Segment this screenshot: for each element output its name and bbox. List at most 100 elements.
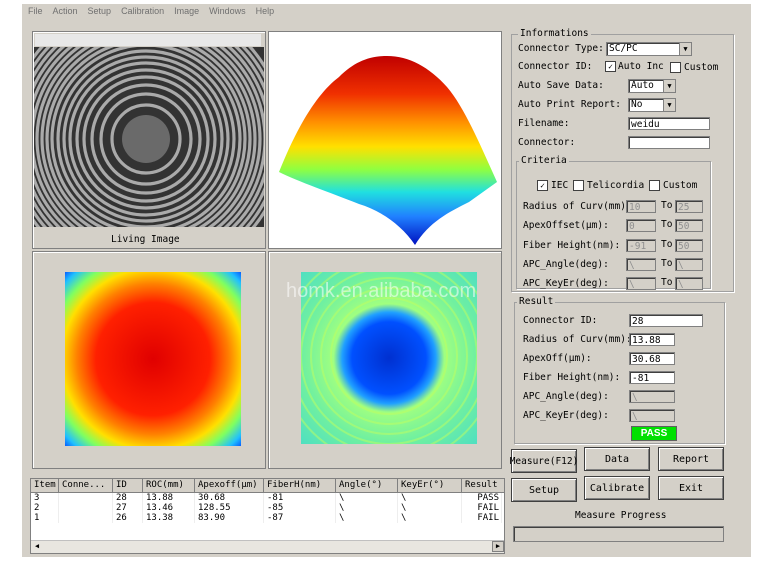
cell-angle: \ (336, 503, 398, 513)
criteria-apc-keyer-from[interactable]: \ (626, 277, 656, 290)
cell-result: FAIL (462, 513, 502, 523)
results-table: Item Conne... ID ROC(mm) Apexoff(μm) Fib… (30, 478, 505, 554)
menu-action[interactable]: Action (53, 6, 78, 16)
cell-item: 1 (31, 513, 59, 523)
auto-print-value: No (631, 99, 643, 110)
header-apexoff[interactable]: Apexoff(μm) (195, 479, 264, 492)
table-row[interactable]: 2 27 13.46 128.55 -85 \ \ FAIL (31, 503, 504, 513)
living-image-panel: Living Image (32, 31, 266, 249)
menu-setup[interactable]: Setup (88, 6, 112, 16)
telicordia-checkbox[interactable] (573, 180, 584, 191)
criteria-fiber-height-to[interactable]: 50 (675, 239, 703, 252)
criteria-roc-to[interactable]: 25 (675, 200, 703, 213)
to-label: To (661, 200, 673, 211)
result-apc-angle-label: APC_Angle(deg): (523, 391, 609, 402)
iec-checkbox[interactable]: ✓ (537, 180, 548, 191)
cell-apexoff: 30.68 (195, 493, 264, 503)
calibrate-button[interactable]: Calibrate (584, 476, 650, 500)
result-apc-keyer-label: APC_KeyEr(deg): (523, 410, 609, 421)
to-label: To (661, 219, 673, 230)
header-keyer[interactable]: KeyEr(°) (398, 479, 462, 492)
menu-bar: File Action Setup Calibration Image Wind… (22, 4, 757, 18)
header-fiberh[interactable]: FiberH(nm) (264, 479, 336, 492)
cell-roc: 13.46 (143, 503, 195, 513)
menu-windows[interactable]: Windows (209, 6, 246, 16)
setup-button[interactable]: Setup (511, 478, 577, 502)
auto-inc-label: Auto Inc (618, 61, 664, 72)
status-badge: PASS (631, 426, 677, 441)
criteria-roc-from[interactable]: 10 (626, 200, 656, 213)
3d-surface-panel (268, 31, 502, 249)
measure-button[interactable]: Measure(F12) (510, 449, 578, 473)
header-connector[interactable]: Conne... (59, 479, 113, 492)
custom-id-label: Custom (684, 62, 719, 73)
result-fiber-height-value: -81 (629, 371, 675, 384)
height-map-image (65, 272, 241, 446)
table-row[interactable]: 1 26 13.38 83.90 -87 \ \ FAIL (31, 513, 504, 523)
auto-print-select[interactable]: No ▼ (628, 98, 676, 112)
chevron-down-icon[interactable]: ▼ (663, 80, 675, 92)
living-image-label: Living Image (111, 234, 180, 245)
result-roc-label: Radius of Curv(mm): (523, 334, 632, 345)
cell-result: FAIL (462, 503, 502, 513)
cell-roc: 13.88 (143, 493, 195, 503)
exit-button[interactable]: Exit (658, 476, 724, 500)
cell-angle: \ (336, 513, 398, 523)
auto-inc-checkbox[interactable]: ✓ (605, 61, 616, 72)
menu-calibration[interactable]: Calibration (121, 6, 164, 16)
to-label: To (661, 239, 673, 250)
cell-connector (59, 513, 113, 523)
criteria-apc-angle-from[interactable]: \ (626, 258, 656, 271)
result-connector-id-label: Connector ID: (523, 315, 598, 326)
cell-id: 28 (113, 493, 143, 503)
cell-roc: 13.38 (143, 513, 195, 523)
result-fiber-height-label: Fiber Height(nm): (523, 372, 621, 383)
to-label: To (661, 258, 673, 269)
criteria-apexoffset-from[interactable]: 0 (626, 219, 656, 232)
criteria-apexoffset-to[interactable]: 50 (675, 219, 703, 232)
informations-group: Informations Connector Type: SC/PC ▼ Conn… (511, 28, 734, 292)
horizontal-scrollbar[interactable]: ◀ ▶ (31, 540, 504, 553)
telicordia-label: Telicordia (587, 180, 645, 191)
custom-criteria-checkbox[interactable] (649, 180, 660, 191)
header-result[interactable]: Result (462, 479, 502, 492)
criteria-fiber-height-from[interactable]: -91 (626, 239, 656, 252)
panel-titlebar (35, 34, 261, 46)
header-item[interactable]: Item (31, 479, 59, 492)
criteria-apc-keyer-to[interactable]: \ (675, 277, 703, 290)
menu-image[interactable]: Image (174, 6, 199, 16)
criteria-apc-keyer-label: APC_KeyEr(deg): (523, 278, 609, 289)
report-button[interactable]: Report (658, 447, 724, 471)
chevron-down-icon[interactable]: ▼ (663, 99, 675, 111)
criteria-apc-angle-label: APC_Angle(deg): (523, 259, 609, 270)
interferogram-image (34, 47, 264, 227)
cell-fiberh: -81 (264, 493, 336, 503)
cell-fiberh: -87 (264, 513, 336, 523)
custom-id-checkbox[interactable] (670, 62, 681, 73)
menu-help[interactable]: Help (256, 6, 275, 16)
menu-file[interactable]: File (28, 6, 43, 16)
filename-input[interactable]: weidu (628, 117, 710, 130)
auto-save-select[interactable]: Auto ▼ (628, 79, 676, 93)
header-angle[interactable]: Angle(°) (336, 479, 398, 492)
result-apexoff-label: ApexOff(μm): (523, 353, 592, 364)
scroll-left-icon[interactable]: ◀ (31, 541, 43, 552)
watermark: homk.en.alibaba.com (286, 280, 477, 302)
cell-item: 3 (31, 493, 59, 503)
header-id[interactable]: ID (113, 479, 143, 492)
criteria-apc-angle-to[interactable]: \ (675, 258, 703, 271)
result-apexoff-value: 30.68 (629, 352, 675, 365)
data-button[interactable]: Data (584, 447, 650, 471)
connector-input[interactable] (628, 136, 710, 149)
table-row[interactable]: 3 28 13.88 30.68 -81 \ \ PASS (31, 493, 504, 503)
header-roc[interactable]: ROC(mm) (143, 479, 195, 492)
chevron-down-icon[interactable]: ▼ (679, 43, 691, 55)
result-group: Result Connector ID: 28 Radius of Curv(m… (514, 296, 725, 444)
table-header: Item Conne... ID ROC(mm) Apexoff(μm) Fib… (31, 479, 504, 493)
auto-save-label: Auto Save Data: (518, 80, 604, 91)
custom-criteria-label: Custom (663, 180, 698, 191)
connector-type-select[interactable]: SC/PC ▼ (606, 42, 692, 56)
criteria-roc-label: Radius of Curv(mm): (523, 201, 632, 212)
cell-id: 26 (113, 513, 143, 523)
scroll-right-icon[interactable]: ▶ (492, 541, 504, 552)
